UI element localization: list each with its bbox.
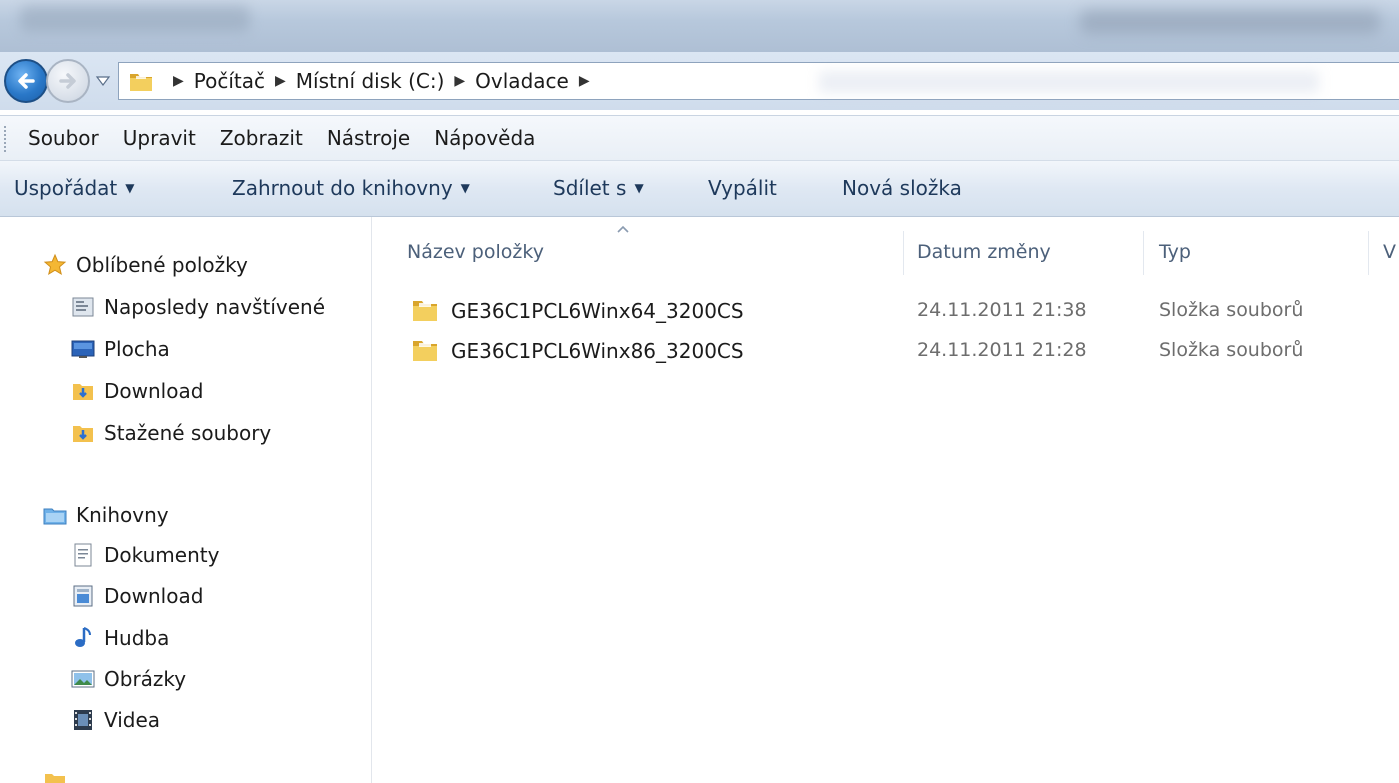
download-library-icon (70, 584, 96, 608)
breadcrumb-separator-icon[interactable]: ▶ (579, 73, 590, 89)
column-header-size[interactable]: V (1383, 241, 1396, 263)
folder-icon (130, 74, 152, 91)
nav-videos[interactable]: Videa (70, 708, 160, 732)
video-icon (70, 708, 96, 732)
nav-libraries-label: Knihovny (76, 503, 169, 527)
file-type: Složka souborů (1159, 339, 1304, 361)
new-folder-button[interactable]: Nová složka (842, 176, 962, 200)
share-label: Sdílet s (553, 176, 627, 200)
file-name: GE36C1PCL6Winx86_3200CS (451, 339, 744, 363)
include-library-label: Zahrnout do knihovny (232, 176, 453, 200)
folder-icon (413, 301, 437, 321)
libraries-icon (42, 503, 68, 527)
nav-download-label: Download (104, 379, 204, 403)
file-type: Složka souborů (1159, 299, 1304, 321)
pictures-icon (70, 667, 96, 691)
file-row[interactable]: GE36C1PCL6Winx86_3200CS 24.11.2011 21:28… (403, 335, 1399, 367)
burn-label: Vypálit (708, 176, 777, 200)
chevron-down-icon: ▼ (634, 181, 644, 195)
desktop-icon (70, 337, 96, 361)
organize-label: Uspořádat (14, 176, 118, 200)
folder-icon (413, 341, 437, 361)
chevron-down-icon: ▼ (125, 181, 135, 195)
nav-recent-places[interactable]: Naposledy navštívené (70, 295, 325, 319)
nav-documents-label: Dokumenty (104, 543, 220, 567)
share-with-button[interactable]: Sdílet s ▼ (553, 176, 644, 200)
file-date: 24.11.2011 21:28 (917, 339, 1087, 361)
menu-edit[interactable]: Upravit (121, 122, 198, 154)
nav-documents[interactable]: Dokumenty (70, 543, 219, 567)
window-title-bar[interactable] (0, 0, 1399, 52)
recent-pages-dropdown-icon[interactable] (95, 74, 111, 88)
column-divider[interactable] (1368, 231, 1369, 275)
menu-tools[interactable]: Nástroje (325, 122, 412, 154)
file-date: 24.11.2011 21:38 (917, 299, 1087, 321)
nav-lib-download-label: Download (104, 584, 204, 608)
nav-download[interactable]: Download (70, 379, 203, 403)
nav-lib-download[interactable]: Download (70, 584, 203, 608)
star-icon (42, 253, 68, 277)
nav-pictures-label: Obrázky (104, 667, 187, 691)
music-icon (70, 626, 96, 650)
nav-recent-places-label: Naposledy navštívené (104, 295, 326, 319)
menu-file[interactable]: Soubor (26, 122, 101, 154)
download-folder-icon (70, 421, 96, 445)
organize-button[interactable]: Uspořádat ▼ (14, 176, 135, 200)
forward-button[interactable] (46, 59, 90, 103)
column-header-name[interactable]: Název položky (407, 241, 544, 263)
nav-pictures[interactable]: Obrázky (70, 667, 186, 691)
breadcrumb: ▶ Počítač ▶ Místní disk (C:) ▶ Ovladace … (163, 69, 600, 93)
nav-favorites[interactable]: Oblíbené položky (42, 253, 248, 277)
breadcrumb-local-disk[interactable]: Místní disk (C:) (296, 69, 445, 93)
column-divider[interactable] (903, 231, 904, 275)
recent-places-icon (70, 295, 96, 319)
include-in-library-button[interactable]: Zahrnout do knihovny ▼ (232, 176, 470, 200)
title-bar-blurred-title (1080, 10, 1380, 34)
nav-partial-item[interactable] (42, 769, 76, 783)
column-header-date[interactable]: Datum změny (917, 241, 1051, 263)
file-list: Název položky Datum změny Typ V GE36C1PC… (373, 217, 1399, 783)
download-folder-icon (70, 379, 96, 403)
column-header-type[interactable]: Typ (1159, 241, 1191, 263)
nav-favorites-label: Oblíbené položky (76, 253, 248, 277)
nav-libraries[interactable]: Knihovny (42, 503, 169, 527)
folder-icon (42, 769, 68, 783)
menu-view[interactable]: Zobrazit (218, 122, 305, 154)
back-button[interactable] (4, 59, 48, 103)
navigation-pane: Oblíbené položky Naposledy navštívené Pl… (0, 217, 372, 783)
breadcrumb-computer[interactable]: Počítač (194, 69, 265, 93)
file-name: GE36C1PCL6Winx64_3200CS (451, 299, 744, 323)
sort-ascending-icon (617, 225, 629, 233)
nav-downloaded-files[interactable]: Stažené soubory (70, 421, 271, 445)
command-bar: Uspořádat ▼ Zahrnout do knihovny ▼ Sdíle… (0, 161, 1399, 217)
menu-help[interactable]: Nápověda (432, 122, 537, 154)
nav-desktop[interactable]: Plocha (70, 337, 170, 361)
menu-bar: Soubor Upravit Zobrazit Nástroje Nápověd… (0, 115, 1399, 161)
address-bar[interactable]: ▶ Počítač ▶ Místní disk (C:) ▶ Ovladace … (118, 62, 1399, 100)
nav-desktop-label: Plocha (104, 337, 170, 361)
column-divider[interactable] (1143, 231, 1144, 275)
chevron-down-icon: ▼ (460, 181, 470, 195)
nav-videos-label: Videa (104, 708, 161, 732)
nav-music-label: Hudba (104, 626, 170, 650)
new-folder-label: Nová složka (842, 176, 962, 200)
menu-grip (4, 126, 8, 152)
title-bar-blurred-controls (20, 6, 250, 32)
breadcrumb-ovladace[interactable]: Ovladace (475, 69, 569, 93)
back-arrow-icon (18, 73, 35, 89)
document-icon (70, 543, 96, 567)
burn-button[interactable]: Vypálit (708, 176, 777, 200)
nav-downloaded-files-label: Stažené soubory (104, 421, 272, 445)
nav-music[interactable]: Hudba (70, 626, 169, 650)
forward-arrow-icon (59, 73, 76, 89)
address-bar-blur (819, 71, 1319, 93)
breadcrumb-separator-icon[interactable]: ▶ (173, 73, 184, 89)
navigation-bar: ▶ Počítač ▶ Místní disk (C:) ▶ Ovladace … (0, 52, 1399, 110)
file-row[interactable]: GE36C1PCL6Winx64_3200CS 24.11.2011 21:38… (403, 295, 1399, 327)
breadcrumb-separator-icon[interactable]: ▶ (454, 73, 465, 89)
breadcrumb-separator-icon[interactable]: ▶ (275, 73, 286, 89)
